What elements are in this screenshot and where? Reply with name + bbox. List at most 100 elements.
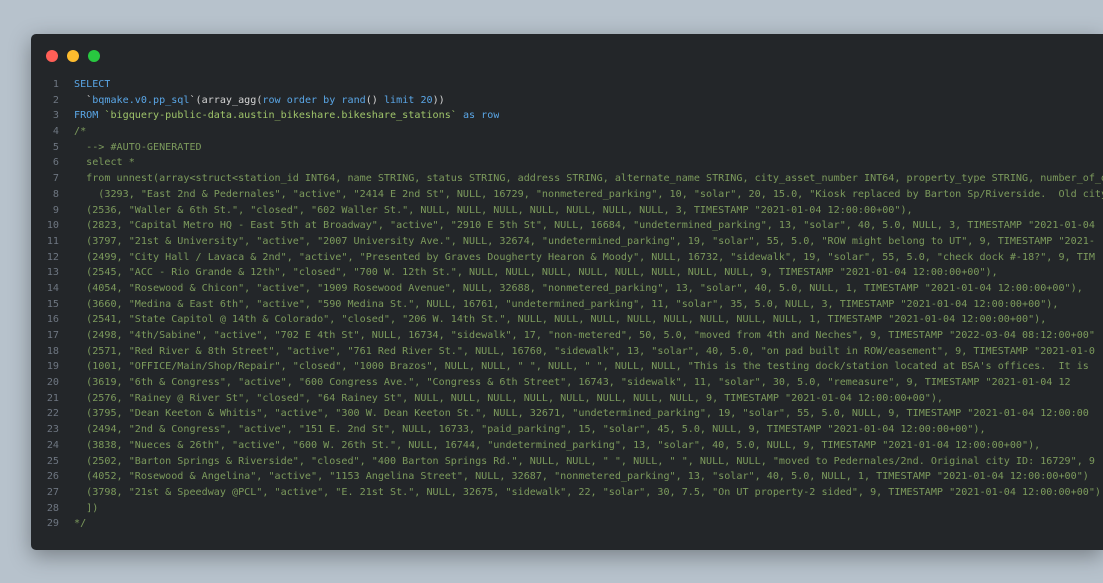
code-line: 10 (2823, "Capital Metro HQ - East 5th a… bbox=[31, 218, 1103, 234]
line-content: (2499, "City Hall / Lavaca & 2nd", "acti… bbox=[59, 250, 1095, 266]
line-number: 2 bbox=[52, 94, 59, 106]
line-number: 3 bbox=[52, 110, 59, 122]
code-token: (3798, "21st & Speedway @PCL", "active",… bbox=[74, 486, 1103, 498]
line-number: 15 bbox=[46, 298, 59, 310]
line-content: (2536, "Waller & 6th St.", "closed", "60… bbox=[59, 203, 912, 219]
minimize-icon[interactable] bbox=[67, 50, 79, 62]
line-content: from unnest(array<struct<station_id INT6… bbox=[59, 171, 1103, 187]
code-token: row bbox=[481, 110, 500, 122]
code-line: 7 from unnest(array<struct<station_id IN… bbox=[31, 171, 1103, 187]
code-line: 26 (4052, "Rosewood & Angelina", "active… bbox=[31, 469, 1103, 485]
code-line: 12 (2499, "City Hall / Lavaca & 2nd", "a… bbox=[31, 250, 1103, 266]
code-token: (2499, "City Hall / Lavaca & 2nd", "acti… bbox=[74, 251, 1095, 263]
line-number: 20 bbox=[46, 377, 59, 389]
code-line: 27 (3798, "21st & Speedway @PCL", "activ… bbox=[31, 485, 1103, 501]
line-number: 13 bbox=[46, 267, 59, 279]
code-line: 17 (2498, "4th/Sabine", "active", "702 E… bbox=[31, 328, 1103, 344]
code-token: (3797, "21st & University", "active", "2… bbox=[74, 235, 1095, 247]
line-content: (3293, "East 2nd & Pedernales", "active"… bbox=[59, 187, 1103, 203]
code-token: ` bbox=[74, 94, 93, 106]
code-window: 1 SELECT 2 `bqmake.v0.pp_sql`(array_agg(ro… bbox=[31, 34, 1103, 550]
code-line: 19 (1001, "OFFICE/Main/Shop/Repair", "cl… bbox=[31, 359, 1103, 375]
line-content: (2571, "Red River & 8th Street", "active… bbox=[59, 344, 1095, 360]
line-number: 6 bbox=[52, 157, 59, 169]
code-line: 8 (3293, "East 2nd & Pedernales", "activ… bbox=[31, 187, 1103, 203]
code-line: 18 (2571, "Red River & 8th Street", "act… bbox=[31, 344, 1103, 360]
line-content: FROM `bigquery-public-data.austin_bikesh… bbox=[59, 108, 499, 124]
code-token: (2502, "Barton Springs & Riverside", "cl… bbox=[74, 455, 1095, 467]
line-number: 29 bbox=[46, 518, 59, 530]
line-number: 26 bbox=[46, 471, 59, 483]
code-line: 15 (3660, "Medina & East 6th", "active",… bbox=[31, 297, 1103, 313]
code-token: (3838, "Nueces & 26th", "active", "600 W… bbox=[74, 439, 1041, 451]
code-token: (3293, "East 2nd & Pedernales", "active"… bbox=[74, 188, 1103, 200]
code-line: 24 (3838, "Nueces & 26th", "active", "60… bbox=[31, 438, 1103, 454]
line-content: (2541, "State Capitol @ 14th & Colorado"… bbox=[59, 312, 1046, 328]
line-number: 21 bbox=[46, 392, 59, 404]
line-number: 18 bbox=[46, 345, 59, 357]
line-content: (2823, "Capital Metro HQ - East 5th at B… bbox=[59, 218, 1095, 234]
line-number: 1 bbox=[52, 79, 59, 90]
line-number: 4 bbox=[52, 126, 59, 138]
line-number: 11 bbox=[46, 235, 59, 247]
line-number: 17 bbox=[46, 330, 59, 341]
code-line: 2 `bqmake.v0.pp_sql`(array_agg(row order… bbox=[31, 93, 1103, 109]
code-line: 29 */ bbox=[31, 516, 1103, 532]
code-token: `(array_agg( bbox=[189, 94, 263, 106]
line-content: (3798, "21st & Speedway @PCL", "active",… bbox=[59, 485, 1103, 501]
line-content: /* bbox=[59, 124, 86, 140]
code-line: 4 /* bbox=[31, 124, 1103, 140]
code-token: --> #AUTO-GENERATED bbox=[74, 141, 202, 153]
close-icon[interactable] bbox=[46, 50, 58, 62]
code-token: (2571, "Red River & 8th Street", "active… bbox=[74, 345, 1095, 357]
code-token: (2494, "2nd & Congress", "active", "151 … bbox=[74, 424, 986, 436]
line-content: (3619, "6th & Congress", "active", "600 … bbox=[59, 375, 1071, 391]
code-token: from unnest(array<struct<station_id INT6… bbox=[86, 173, 1103, 185]
line-content: (3797, "21st & University", "active", "2… bbox=[59, 234, 1095, 250]
code-token: */ bbox=[74, 518, 87, 530]
code-line: 22 (3795, "Dean Keeton & Whitis", "activ… bbox=[31, 406, 1103, 422]
line-number: 22 bbox=[46, 408, 59, 420]
line-number: 19 bbox=[46, 361, 59, 373]
code-line: 5 --> #AUTO-GENERATED bbox=[31, 140, 1103, 156]
code-token: FROM bbox=[74, 110, 99, 122]
code-line: 1 SELECT bbox=[31, 77, 1103, 93]
code-line: 9 (2536, "Waller & 6th St.", "closed", "… bbox=[31, 203, 1103, 219]
line-number: 10 bbox=[46, 220, 59, 232]
code-line: 25 (2502, "Barton Springs & Riverside", … bbox=[31, 454, 1103, 470]
code-token: (4052, "Rosewood & Angelina", "active", … bbox=[74, 471, 1089, 483]
code-token: (2498, "4th/Sabine", "active", "702 E 4t… bbox=[74, 330, 1095, 341]
code-block[interactable]: 1 SELECT 2 `bqmake.v0.pp_sql`(array_agg(ro… bbox=[31, 77, 1103, 532]
line-content: (3795, "Dean Keeton & Whitis", "active",… bbox=[59, 406, 1089, 422]
line-content: (4054, "Rosewood & Chicon", "active", "1… bbox=[59, 281, 1083, 297]
line-number: 5 bbox=[52, 141, 59, 153]
code-token: () bbox=[365, 94, 384, 106]
maximize-icon[interactable] bbox=[88, 50, 100, 62]
line-number: 14 bbox=[46, 282, 59, 294]
line-content: (2494, "2nd & Congress", "active", "151 … bbox=[59, 422, 986, 438]
line-number: 24 bbox=[46, 439, 59, 451]
line-content: (1001, "OFFICE/Main/Shop/Repair", "close… bbox=[59, 359, 1089, 375]
code-token: (2541, "State Capitol @ 14th & Colorado"… bbox=[74, 314, 1047, 326]
line-content: (2576, "Rainey @ River St", "closed", "6… bbox=[59, 391, 943, 407]
line-content: (4052, "Rosewood & Angelina", "active", … bbox=[59, 469, 1089, 485]
line-number: 27 bbox=[46, 486, 59, 498]
code-token: (2545, "ACC - Rio Grande & 12th", "close… bbox=[74, 267, 998, 279]
code-token: row bbox=[262, 94, 281, 106]
code-line: 6 select * bbox=[31, 155, 1103, 171]
code-token: )) bbox=[432, 94, 445, 106]
code-token: as bbox=[462, 110, 476, 122]
line-number: 9 bbox=[52, 204, 59, 216]
line-number: 23 bbox=[46, 424, 59, 436]
code-token: (3795, "Dean Keeton & Whitis", "active",… bbox=[74, 408, 1089, 420]
line-number: 28 bbox=[46, 502, 59, 514]
line-content: ]) bbox=[59, 501, 98, 517]
code-token: SELECT bbox=[74, 79, 111, 90]
line-content: (2498, "4th/Sabine", "active", "702 E 4t… bbox=[59, 328, 1095, 344]
line-number: 8 bbox=[52, 188, 59, 200]
code-line: 28 ]) bbox=[31, 501, 1103, 517]
line-number: 12 bbox=[46, 251, 59, 263]
line-content: select * bbox=[59, 155, 135, 171]
code-token: (3619, "6th & Congress", "active", "600 … bbox=[74, 377, 1071, 389]
code-token: (3660, "Medina & East 6th", "active", "5… bbox=[74, 298, 1059, 310]
